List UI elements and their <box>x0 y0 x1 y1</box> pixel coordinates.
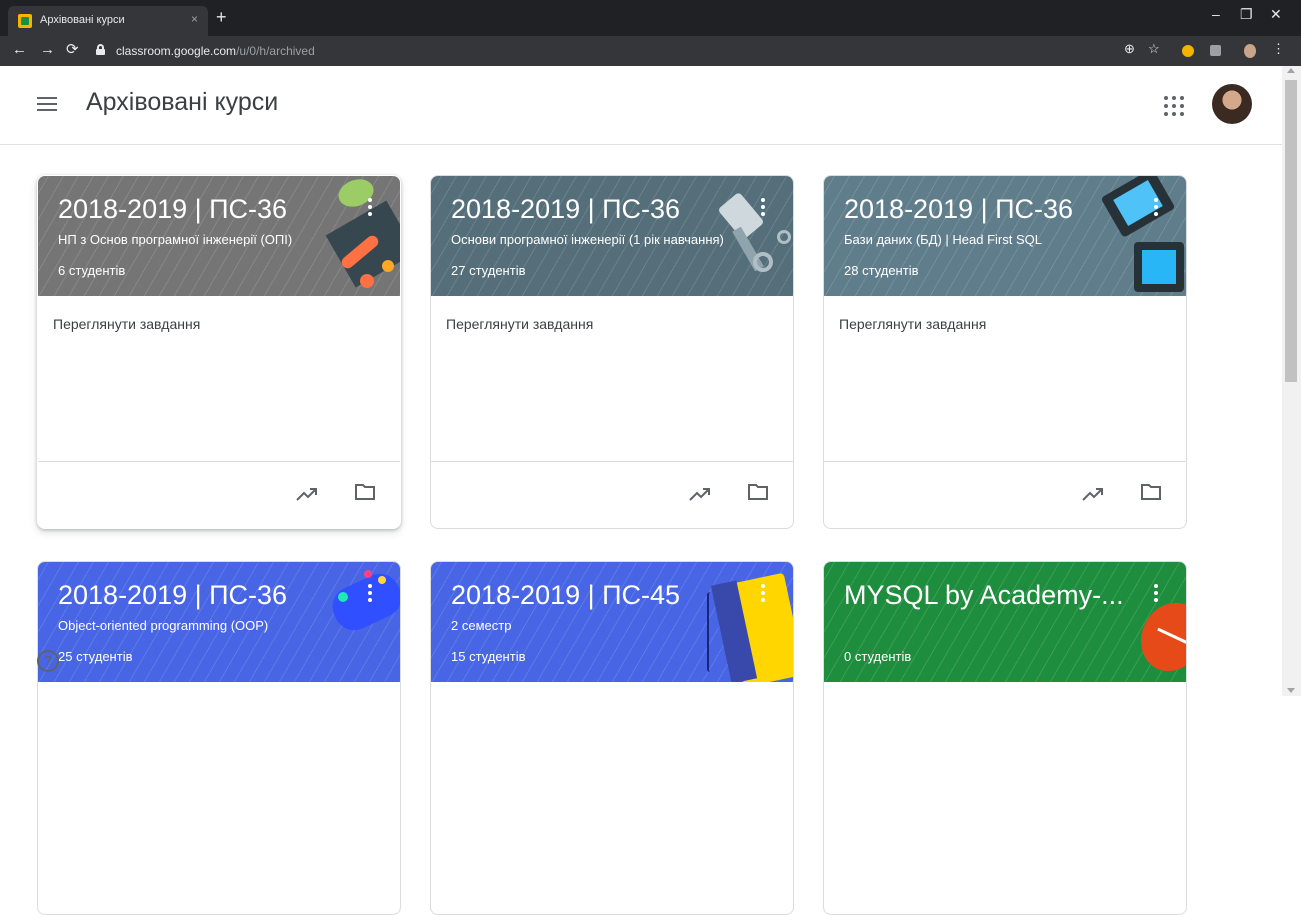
student-count: 6 студентів <box>58 263 126 278</box>
tab-close-icon[interactable]: × <box>191 12 198 26</box>
student-count: 15 студентів <box>451 649 526 664</box>
google-apps-icon[interactable] <box>1164 96 1184 116</box>
course-card[interactable]: 2018-2019 | ПС-36 Бази даних (БД) | Head… <box>823 175 1187 529</box>
course-subtitle: Object-oriented programming (OOP) <box>58 618 269 633</box>
course-title[interactable]: 2018-2019 | ПС-36 <box>58 194 287 225</box>
help-icon[interactable]: ? <box>37 650 59 672</box>
more-options-icon[interactable] <box>1154 584 1158 602</box>
course-card[interactable]: 2018-2019 | ПС-36 Основи програмної інже… <box>430 175 794 529</box>
card-footer <box>38 461 400 528</box>
course-card[interactable]: 2018-2019 | ПС-45 2 семестр 15 студентів <box>430 561 794 915</box>
trending-up-icon[interactable] <box>1082 486 1104 502</box>
folder-icon[interactable] <box>1140 483 1162 501</box>
page-title: Архівовані курси <box>86 88 279 116</box>
trending-up-icon[interactable] <box>296 486 318 502</box>
view-assignments-link[interactable]: Переглянути завдання <box>839 316 986 332</box>
card-footer <box>431 461 793 528</box>
more-options-icon[interactable] <box>761 584 765 602</box>
table-tennis-illustration <box>325 176 400 296</box>
course-banner[interactable]: 2018-2019 | ПС-36 Бази даних (БД) | Head… <box>824 176 1186 296</box>
browser-tab[interactable]: Архівовані курси × <box>8 6 208 36</box>
card-footer <box>824 461 1186 528</box>
gamepad-illustration <box>324 562 400 672</box>
browser-tab-bar: Архівовані курси × + – ❐ ✕ <box>0 0 1301 36</box>
restore-icon[interactable]: ❐ <box>1240 6 1253 23</box>
student-count: 25 студентів <box>58 649 133 664</box>
browser-menu-icon[interactable]: ⋮ <box>1272 41 1285 57</box>
browser-toolbar: ← → ⟳ classroom.google.com/u/0/h/archive… <box>0 36 1301 66</box>
classroom-favicon-icon <box>18 14 32 28</box>
reload-icon[interactable]: ⟳ <box>66 42 79 58</box>
view-assignments-link[interactable]: Переглянути завдання <box>53 316 200 332</box>
profile-icon[interactable] <box>1244 44 1256 58</box>
folder-icon[interactable] <box>354 483 376 501</box>
trending-up-icon[interactable] <box>689 486 711 502</box>
course-card[interactable]: MYSQL by Academy-... 0 студентів <box>823 561 1187 915</box>
app-header: Архівовані курси <box>0 66 1282 145</box>
folder-icon[interactable] <box>747 483 769 501</box>
more-options-icon[interactable] <box>761 198 765 216</box>
forward-icon[interactable]: → <box>40 42 55 58</box>
extension-icon[interactable] <box>1182 45 1194 57</box>
more-options-icon[interactable] <box>1154 198 1158 216</box>
course-subtitle: Основи програмної інженерії (1 рік навча… <box>451 232 724 247</box>
course-title[interactable]: MYSQL by Academy-... <box>844 580 1124 611</box>
course-card[interactable]: 2018-2019 | ПС-36 НП з Основ програмної … <box>37 175 401 529</box>
student-count: 27 студентів <box>451 263 526 278</box>
course-title[interactable]: 2018-2019 | ПС-45 <box>451 580 680 611</box>
student-count: 28 студентів <box>844 263 919 278</box>
lock-icon <box>96 44 105 55</box>
address-bar[interactable]: classroom.google.com/u/0/h/archived <box>92 40 1172 62</box>
back-icon[interactable]: ← <box>12 42 27 58</box>
student-count: 0 студентів <box>844 649 912 664</box>
course-banner[interactable]: 2018-2019 | ПС-36 Object-oriented progra… <box>38 562 400 682</box>
course-banner[interactable]: 2018-2019 | ПС-36 НП з Основ програмної … <box>38 176 400 296</box>
tab-title: Архівовані курси <box>40 14 125 26</box>
course-title[interactable]: 2018-2019 | ПС-36 <box>844 194 1073 225</box>
more-options-icon[interactable] <box>368 584 372 602</box>
scrollbar-thumb[interactable] <box>1285 80 1297 382</box>
extension-icon-2[interactable] <box>1210 45 1221 56</box>
course-banner[interactable]: MYSQL by Academy-... 0 студентів <box>824 562 1186 682</box>
view-assignments-link[interactable]: Переглянути завдання <box>446 316 593 332</box>
bookmark-star-icon[interactable]: ☆ <box>1148 41 1160 57</box>
url-host: classroom.google.com <box>116 44 237 58</box>
scroll-down-icon[interactable] <box>1287 688 1295 693</box>
url-path: /u/0/h/archived <box>236 44 315 58</box>
minimize-icon[interactable]: – <box>1212 6 1220 22</box>
window-close-icon[interactable]: ✕ <box>1270 6 1282 23</box>
more-options-icon[interactable] <box>368 198 372 216</box>
course-subtitle: 2 семестр <box>451 618 512 633</box>
course-banner[interactable]: 2018-2019 | ПС-45 2 семестр 15 студентів <box>431 562 793 682</box>
url-text: classroom.google.com/u/0/h/archived <box>116 44 315 58</box>
menu-icon[interactable] <box>37 97 57 111</box>
course-title[interactable]: 2018-2019 | ПС-36 <box>451 194 680 225</box>
scroll-up-icon[interactable] <box>1287 68 1295 73</box>
rugby-illustration <box>1124 592 1186 682</box>
course-title[interactable]: 2018-2019 | ПС-36 <box>58 580 287 611</box>
course-card[interactable]: 2018-2019 | ПС-36 Object-oriented progra… <box>37 561 401 915</box>
zoom-icon[interactable]: ⊕ <box>1124 41 1135 57</box>
avatar[interactable] <box>1212 84 1252 124</box>
course-subtitle: НП з Основ програмної інженерії (ОПІ) <box>58 232 293 247</box>
course-subtitle: Бази даних (БД) | Head First SQL <box>844 232 1042 247</box>
course-banner[interactable]: 2018-2019 | ПС-36 Основи програмної інже… <box>431 176 793 296</box>
new-tab-button[interactable]: + <box>216 8 227 26</box>
